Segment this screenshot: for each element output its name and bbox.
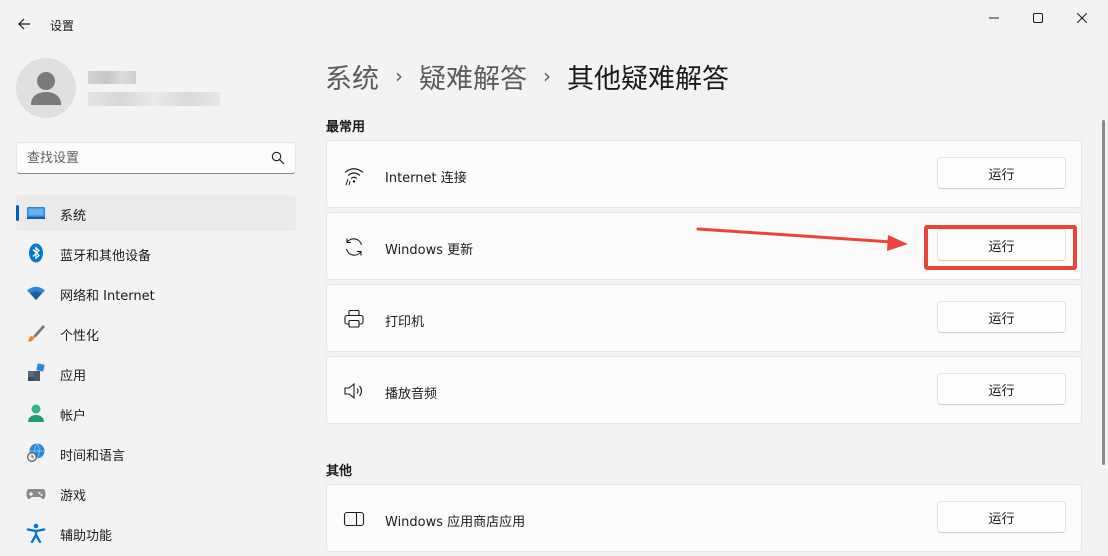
scrollbar[interactable] [1102,120,1105,465]
annotation-arrow [696,227,908,251]
annotation-highlight-box [924,225,1077,270]
